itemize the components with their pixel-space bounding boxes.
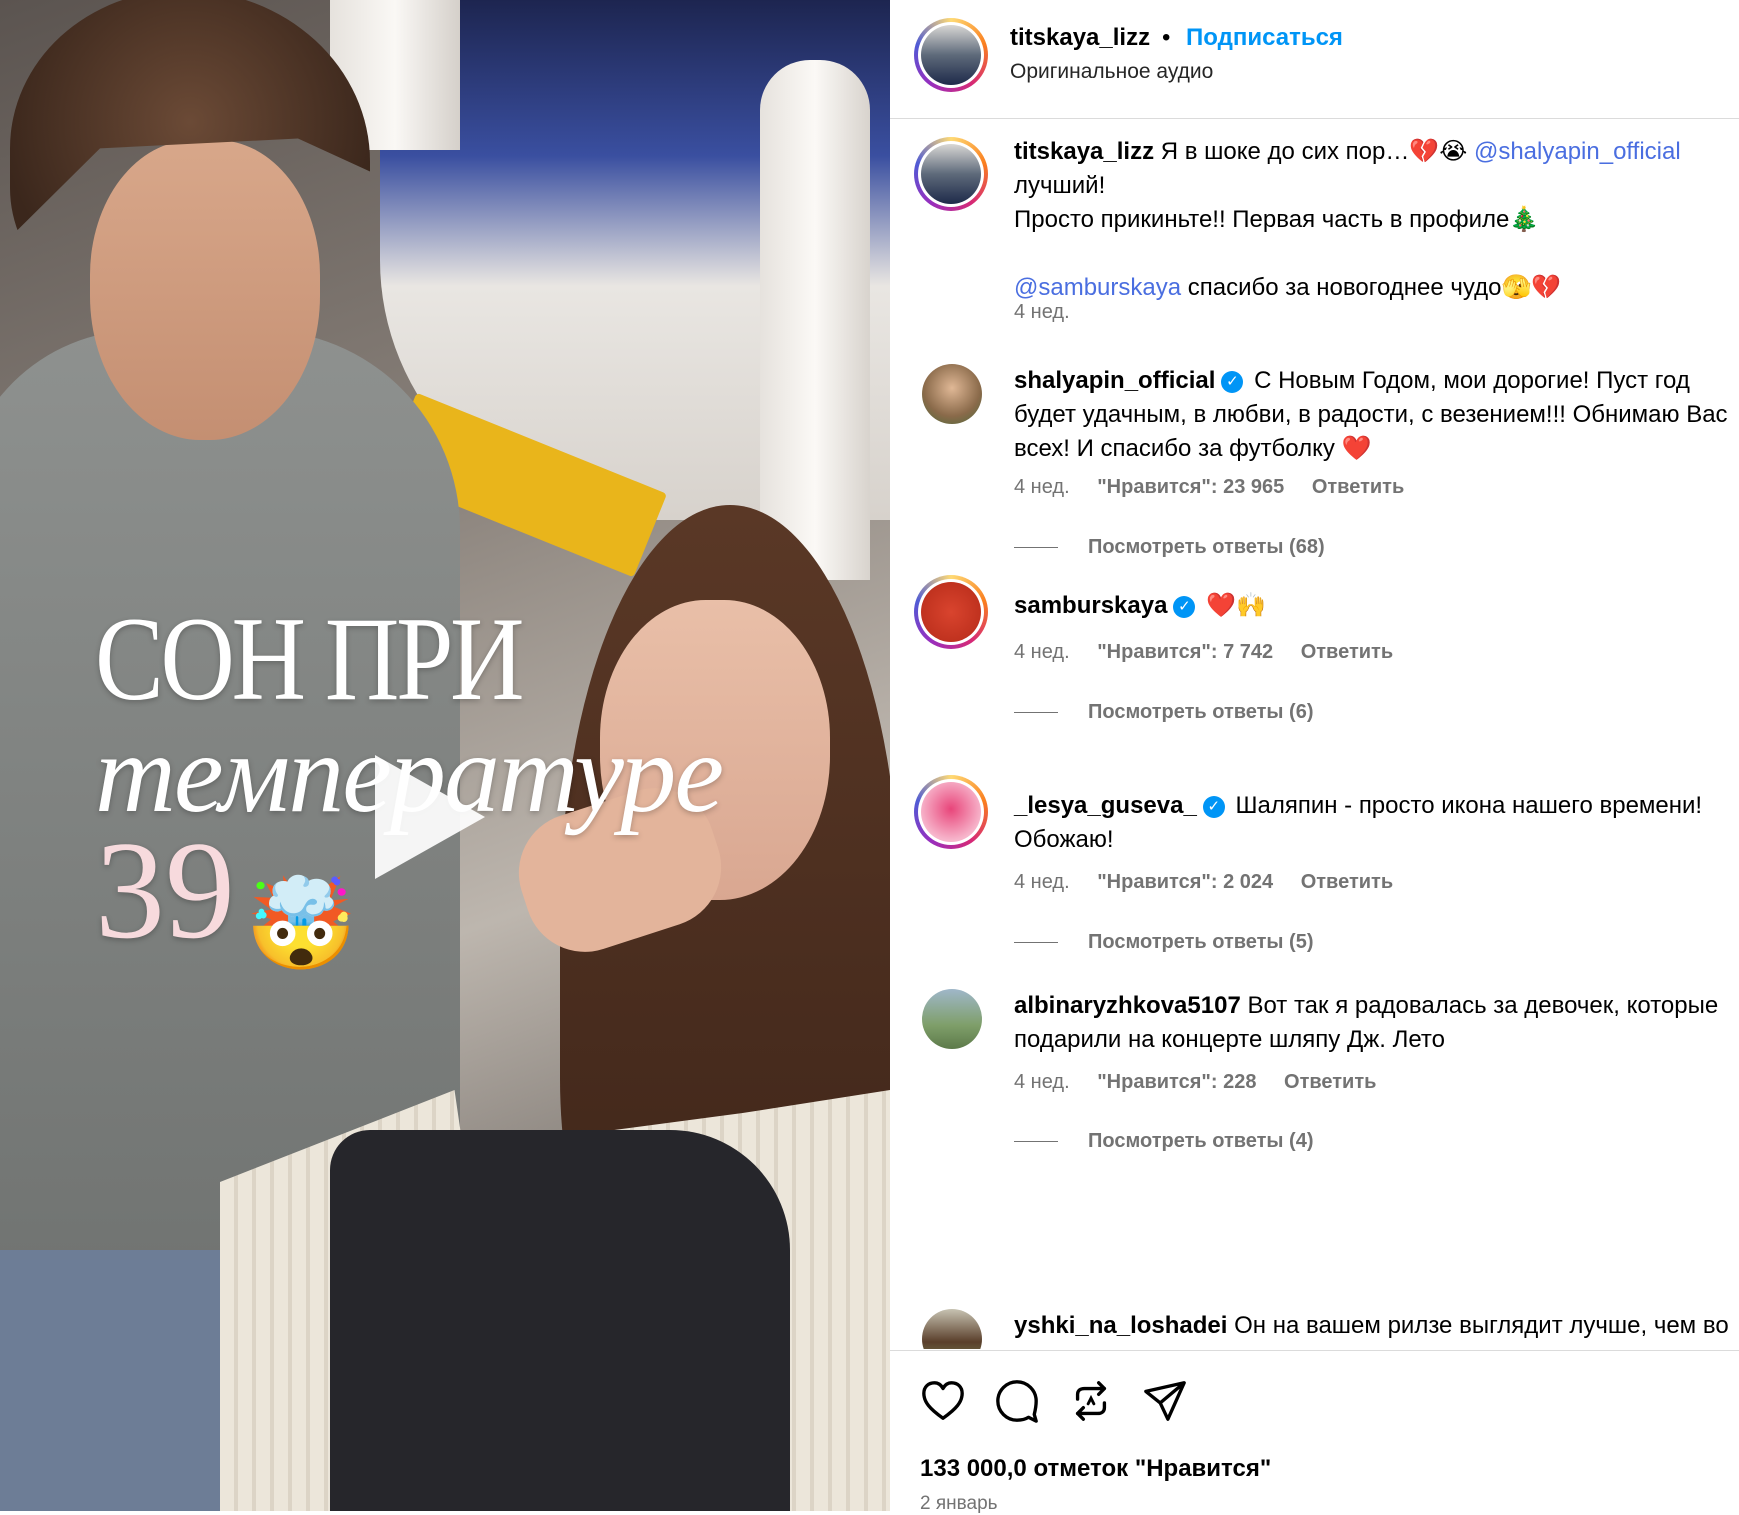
author-username[interactable]: titskaya_lizz xyxy=(1010,24,1150,52)
post-actions: 133 000,0 отметок "Нравится" 2 январь xyxy=(890,1350,1739,1515)
divider xyxy=(1014,547,1058,549)
comment-username[interactable]: shalyapin_official xyxy=(1014,367,1215,394)
comment-likes[interactable]: "Нравится": 2 024 xyxy=(1097,871,1273,893)
follow-button[interactable]: Подписаться xyxy=(1186,24,1343,52)
person-jeans xyxy=(0,1250,240,1511)
overlay-title: СОН ПРИ xyxy=(95,592,525,725)
comment-username[interactable]: yshki_na_loshadei xyxy=(1014,1312,1227,1339)
exploding-head-icon: 🤯 xyxy=(245,875,358,975)
view-replies-label: Посмотреть ответы (6) xyxy=(1088,701,1314,723)
view-replies-label: Посмотреть ответы (68) xyxy=(1088,536,1325,558)
caption-text: лучший! xyxy=(1014,172,1106,199)
divider xyxy=(1014,1141,1058,1143)
person-face xyxy=(90,140,320,440)
reply-button[interactable]: Ответить xyxy=(1312,476,1404,498)
comment-text: ❤️🙌 xyxy=(1206,592,1266,619)
commenter-avatar[interactable] xyxy=(914,575,988,649)
post-panel: titskaya_lizz • Подписаться Оригинальное… xyxy=(890,0,1739,1515)
separator-dot: • xyxy=(1162,24,1171,51)
view-replies-button[interactable]: Посмотреть ответы (68) xyxy=(1014,536,1325,559)
author-avatar[interactable] xyxy=(914,18,988,92)
commenter-avatar[interactable] xyxy=(922,989,982,1049)
post-header: titskaya_lizz • Подписаться Оригинальное… xyxy=(890,0,1739,119)
reply-button[interactable]: Ответить xyxy=(1301,641,1393,663)
commenter-avatar[interactable] xyxy=(914,775,988,849)
verified-icon: ✓ xyxy=(1202,796,1225,818)
repost-icon[interactable] xyxy=(1068,1378,1114,1424)
caption-text: спасибо за новогоднее чудо🫣💔 xyxy=(1187,274,1562,301)
mention-link[interactable]: @shalyapin_official xyxy=(1474,138,1681,165)
commenter-avatar[interactable] xyxy=(922,1309,982,1349)
caption-time[interactable]: 4 нед. xyxy=(1014,301,1070,323)
caption-text: Просто прикиньте!! Первая часть в профил… xyxy=(1014,206,1540,233)
view-replies-label: Посмотреть ответы (4) xyxy=(1088,1130,1314,1152)
post-date[interactable]: 2 январь xyxy=(920,1493,998,1515)
play-icon[interactable] xyxy=(375,755,485,879)
person-top xyxy=(330,1130,790,1511)
comment-username[interactable]: _lesya_guseva_ xyxy=(1014,792,1197,819)
mention-link[interactable]: @samburskaya xyxy=(1014,274,1181,301)
likes-count[interactable]: 133 000,0 отметок "Нравится" xyxy=(920,1455,1271,1483)
commenter-avatar[interactable] xyxy=(922,364,982,424)
caption-emojis: 💔😭 xyxy=(1409,138,1468,165)
share-icon[interactable] xyxy=(1142,1378,1188,1424)
view-replies-label: Посмотреть ответы (5) xyxy=(1088,931,1314,953)
overlay-number: 39 xyxy=(95,813,235,968)
background-pillar xyxy=(760,60,870,580)
divider xyxy=(1014,942,1058,944)
reply-button[interactable]: Ответить xyxy=(1284,1071,1376,1093)
comment-likes[interactable]: "Нравится": 7 742 xyxy=(1097,641,1273,663)
comment-time[interactable]: 4 нед. xyxy=(1014,1071,1070,1093)
view-replies-button[interactable]: Посмотреть ответы (5) xyxy=(1014,931,1314,954)
heart-icon[interactable] xyxy=(920,1378,966,1424)
verified-icon: ✓ xyxy=(1173,596,1196,618)
comment-username[interactable]: samburskaya xyxy=(1014,592,1167,619)
comment-username[interactable]: albinaryzhkova5107 xyxy=(1014,992,1241,1019)
comment-time[interactable]: 4 нед. xyxy=(1014,476,1070,498)
reply-button[interactable]: Ответить xyxy=(1301,871,1393,893)
comments-list[interactable]: titskaya_lizz Я в шоке до сих пор…💔😭 @sh… xyxy=(890,119,1739,1349)
view-replies-button[interactable]: Посмотреть ответы (4) xyxy=(1014,1130,1314,1153)
reel-video[interactable]: СОН ПРИ температуре 39 🤯 xyxy=(0,0,890,1511)
view-replies-button[interactable]: Посмотреть ответы (6) xyxy=(1014,701,1314,724)
verified-icon: ✓ xyxy=(1221,371,1244,393)
comment-icon[interactable] xyxy=(994,1378,1040,1424)
author-avatar[interactable] xyxy=(914,137,988,211)
comment-time[interactable]: 4 нед. xyxy=(1014,641,1070,663)
comment-time[interactable]: 4 нед. xyxy=(1014,871,1070,893)
audio-link[interactable]: Оригинальное аудио xyxy=(1010,60,1213,84)
comment-likes[interactable]: "Нравится": 23 965 xyxy=(1097,476,1284,498)
caption-username[interactable]: titskaya_lizz xyxy=(1014,138,1154,165)
divider xyxy=(1014,712,1058,714)
caption-text: Я в шоке до сих пор… xyxy=(1160,138,1410,165)
comment-likes[interactable]: "Нравится": 228 xyxy=(1097,1071,1256,1093)
